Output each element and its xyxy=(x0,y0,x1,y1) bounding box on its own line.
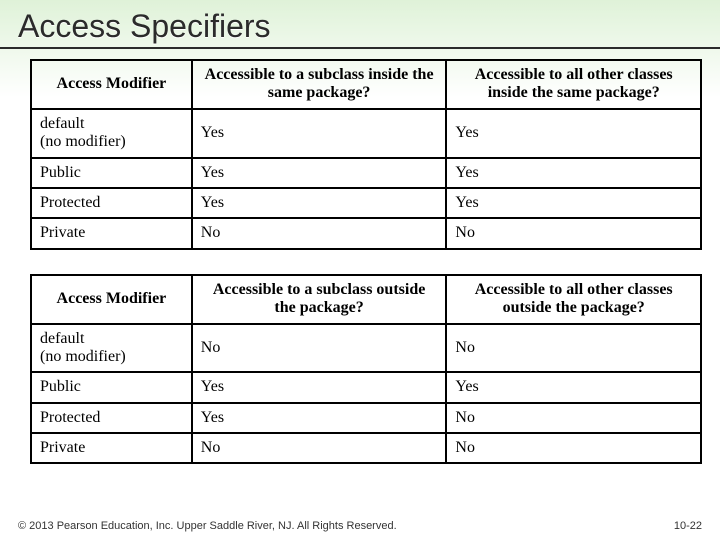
cell: Protected xyxy=(31,403,192,433)
cell: Public xyxy=(31,158,192,188)
cell: Private xyxy=(31,433,192,463)
cell: Yes xyxy=(446,188,701,218)
table-row: default(no modifier) Yes Yes xyxy=(31,109,701,158)
spacer xyxy=(0,260,720,274)
page-number: 10-22 xyxy=(674,520,702,532)
col-header: Access Modifier xyxy=(31,60,192,109)
page-title: Access Specifiers xyxy=(0,0,720,47)
cell: default(no modifier) xyxy=(31,324,192,373)
table-1-wrap: Access Modifier Accessible to a subclass… xyxy=(0,59,720,260)
cell: Yes xyxy=(192,109,447,158)
cell: Private xyxy=(31,218,192,248)
cell: No xyxy=(192,218,447,248)
cell: Yes xyxy=(192,372,447,402)
cell: Protected xyxy=(31,188,192,218)
table-row: default(no modifier) No No xyxy=(31,324,701,373)
table-row: Private No No xyxy=(31,433,701,463)
table-header-row: Access Modifier Accessible to a subclass… xyxy=(31,60,701,109)
table-2-wrap: Access Modifier Accessible to a subclass… xyxy=(0,274,720,475)
col-header: Accessible to all other classes outside … xyxy=(446,275,701,324)
col-header: Accessible to all other classes inside t… xyxy=(446,60,701,109)
cell: No xyxy=(446,218,701,248)
table-header-row: Access Modifier Accessible to a subclass… xyxy=(31,275,701,324)
col-header: Access Modifier xyxy=(31,275,192,324)
access-table-2: Access Modifier Accessible to a subclass… xyxy=(30,274,702,465)
table-row: Private No No xyxy=(31,218,701,248)
title-underline xyxy=(0,47,720,49)
cell: Yes xyxy=(446,158,701,188)
cell: Yes xyxy=(192,403,447,433)
copyright-text: © 2013 Pearson Education, Inc. Upper Sad… xyxy=(18,520,397,532)
cell: No xyxy=(446,433,701,463)
cell: Yes xyxy=(192,158,447,188)
cell: No xyxy=(446,403,701,433)
table-row: Protected Yes No xyxy=(31,403,701,433)
table-row: Public Yes Yes xyxy=(31,372,701,402)
table-row: Public Yes Yes xyxy=(31,158,701,188)
col-header: Accessible to a subclass outside the pac… xyxy=(192,275,447,324)
cell: Yes xyxy=(446,372,701,402)
col-header: Accessible to a subclass inside the same… xyxy=(192,60,447,109)
cell: Yes xyxy=(192,188,447,218)
access-table-1: Access Modifier Accessible to a subclass… xyxy=(30,59,702,250)
cell: No xyxy=(192,324,447,373)
cell: No xyxy=(446,324,701,373)
cell: No xyxy=(192,433,447,463)
footer: © 2013 Pearson Education, Inc. Upper Sad… xyxy=(18,520,702,532)
table-row: Protected Yes Yes xyxy=(31,188,701,218)
cell: Public xyxy=(31,372,192,402)
cell: Yes xyxy=(446,109,701,158)
cell: default(no modifier) xyxy=(31,109,192,158)
